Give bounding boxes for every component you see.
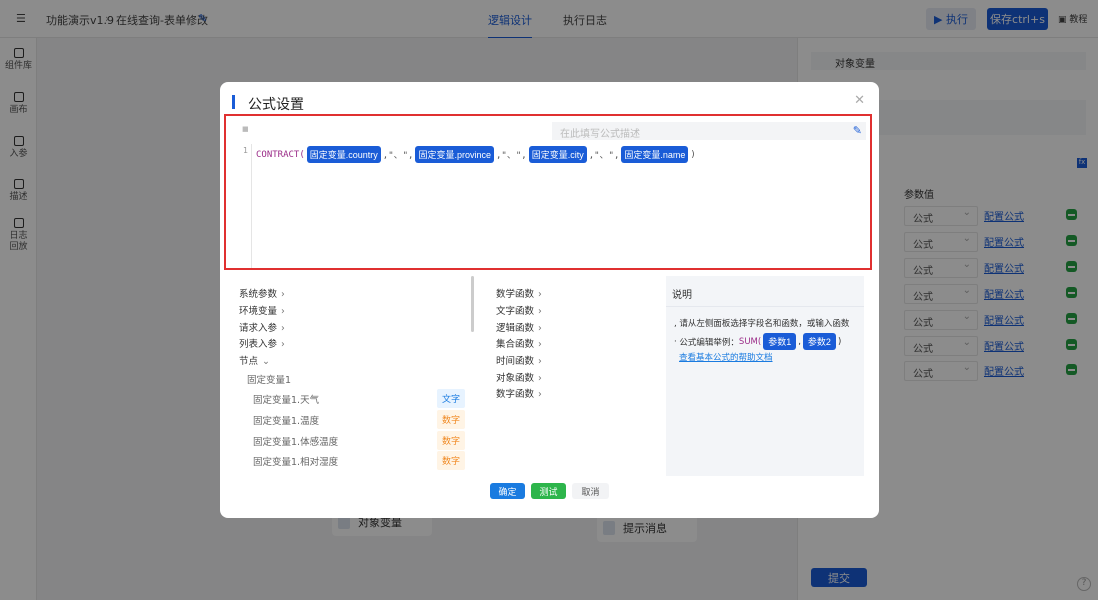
line-gutter: 1: [226, 144, 252, 268]
example-param-chip: 参数2: [802, 333, 836, 350]
edit-icon[interactable]: ✎: [853, 124, 862, 137]
help-doc-link[interactable]: 查看基本公式的帮助文档: [679, 351, 773, 363]
node-field-item[interactable]: 固定变量1.相对湿度 数字: [253, 451, 475, 472]
separator-literal: ,"、",: [588, 151, 620, 161]
chevron-right-icon: ›: [538, 323, 542, 334]
category-label: 列表入参: [239, 339, 278, 350]
field-panel: 系统参数 › 环境变量 › 请求入参 › 列表入参 › 节点 ⌄ 固定变量1 固定变量1.…: [233, 276, 476, 478]
dialog-title: 公式设置: [248, 97, 304, 113]
editor-dot-icon: ■: [242, 125, 249, 133]
chevron-right-icon: ›: [281, 339, 285, 350]
function-category[interactable]: 逻辑函数 ›: [496, 320, 542, 334]
example-param-chip: 参数1: [763, 333, 797, 350]
help-line-2: · 公式编辑举例： SUM(参数1, 参数2): [674, 333, 841, 350]
function-label: 数字函数: [496, 389, 535, 400]
function-category[interactable]: 数学函数 ›: [496, 286, 542, 300]
help-text: 请从左侧面板选择字段名和函数，或输入函数: [679, 319, 850, 329]
function-label: 集合函数: [496, 339, 535, 350]
separator-literal: ,"、",: [496, 151, 527, 161]
confirm-button[interactable]: 确定: [490, 483, 525, 499]
chevron-right-icon: ›: [281, 306, 285, 317]
divider: [666, 306, 864, 307]
node-field-item[interactable]: 固定变量1.体感温度 数字: [253, 431, 475, 452]
chevron-right-icon: ›: [281, 289, 285, 300]
function-name: CONTRACT(: [256, 149, 305, 160]
function-label: 数学函数: [496, 289, 535, 300]
formula-description-input[interactable]: 在此填写公式描述 ✎: [552, 122, 866, 140]
function-label: 逻辑函数: [496, 323, 535, 334]
field-category-list-params[interactable]: 列表入参 ›: [239, 336, 285, 350]
category-label: 节点: [239, 356, 259, 367]
chevron-right-icon: ›: [281, 323, 285, 334]
help-text: 公式编辑举例：: [679, 337, 739, 348]
scrollbar[interactable]: [471, 276, 474, 332]
category-label: 系统参数: [239, 289, 278, 300]
function-category[interactable]: 时间函数 ›: [496, 353, 542, 367]
field-label: 固定变量1.温度: [253, 416, 320, 427]
help-title: 说明: [672, 290, 692, 301]
test-button[interactable]: 测试: [531, 483, 566, 499]
node-group[interactable]: 固定变量1: [247, 372, 291, 386]
type-tag: 数字: [436, 451, 465, 470]
formula-settings-dialog: 公式设置 ✕ ■ 在此填写公式描述 ✎ 1 CONTRACT( 固定变量.coun…: [220, 82, 879, 518]
chevron-right-icon: ›: [538, 356, 542, 367]
chevron-right-icon: ›: [538, 306, 542, 317]
node-field-item[interactable]: 固定变量1.天气 文字: [253, 389, 475, 410]
variable-chip[interactable]: 固定变量.city: [528, 146, 587, 163]
type-tag: 文字: [436, 389, 465, 408]
function-category[interactable]: 对象函数 ›: [496, 370, 542, 384]
function-category[interactable]: 数字函数 ›: [496, 386, 542, 400]
function-label: 对象函数: [496, 373, 535, 384]
separator-literal: ,"、",: [382, 151, 414, 161]
close-icon[interactable]: ✕: [854, 93, 865, 108]
field-label: 固定变量1.体感温度: [253, 437, 339, 448]
formula-code[interactable]: CONTRACT( 固定变量.country ,"、", 固定变量.provin…: [256, 146, 696, 163]
function-label: 文字函数: [496, 306, 535, 317]
field-label: 固定变量1.天气: [253, 395, 320, 406]
variable-chip[interactable]: 固定变量.country: [306, 146, 381, 163]
formula-editor[interactable]: ■ 在此填写公式描述 ✎ 1 CONTRACT( 固定变量.country ,"、…: [224, 114, 872, 270]
close-paren: ): [690, 149, 696, 160]
function-label: 时间函数: [496, 356, 535, 367]
function-category[interactable]: 集合函数 ›: [496, 336, 542, 350]
field-category-system-params[interactable]: 系统参数 ›: [239, 286, 285, 300]
chevron-down-icon: ⌄: [262, 356, 270, 367]
function-category[interactable]: 文字函数 ›: [496, 303, 542, 317]
type-tag: 数字: [436, 431, 465, 450]
chevron-right-icon: ›: [538, 289, 542, 300]
cancel-button[interactable]: 取消: [572, 483, 609, 499]
description-placeholder: 在此填写公式描述: [560, 129, 640, 140]
chevron-right-icon: ›: [538, 339, 542, 350]
field-category-nodes[interactable]: 节点 ⌄: [239, 353, 270, 367]
variable-chip[interactable]: 固定变量.name: [621, 146, 689, 163]
line-number: 1: [243, 146, 249, 155]
field-label: 固定变量1.相对湿度: [253, 457, 339, 468]
function-panel: 数学函数 › 文字函数 › 逻辑函数 › 集合函数 › 时间函数 › 对象函数 › 数字函数…: [489, 276, 655, 478]
node-field-item[interactable]: 固定变量1.温度 数字: [253, 410, 475, 431]
chevron-right-icon: ›: [538, 373, 542, 384]
help-panel: 说明 , 请从左侧面板选择字段名和函数，或输入函数 · 公式编辑举例： SUM(参…: [666, 276, 864, 476]
chevron-right-icon: ›: [538, 389, 542, 400]
title-accent-bar: [232, 95, 235, 109]
category-label: 环境变量: [239, 306, 278, 317]
variable-chip[interactable]: 固定变量.province: [415, 146, 495, 163]
type-tag: 数字: [436, 410, 465, 429]
field-category-request-params[interactable]: 请求入参 ›: [239, 320, 285, 334]
field-category-env-vars[interactable]: 环境变量 ›: [239, 303, 285, 317]
example-function: SUM(: [738, 336, 762, 347]
help-line-1: , 请从左侧面板选择字段名和函数，或输入函数: [674, 319, 850, 329]
category-label: 请求入参: [239, 323, 278, 334]
